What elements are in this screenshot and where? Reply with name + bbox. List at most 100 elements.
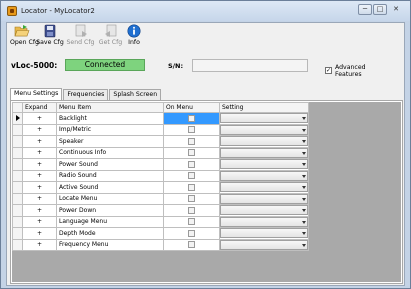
row-selector[interactable] <box>12 169 23 182</box>
expand-button[interactable]: + <box>22 181 57 194</box>
row-selector[interactable] <box>12 227 23 240</box>
advanced-features-label[interactable]: Advanced Features <box>335 64 366 78</box>
setting-dropdown[interactable] <box>220 216 308 227</box>
setting-dropdown[interactable] <box>220 193 308 204</box>
title-bar[interactable]: Locator - MyLocator2 ─ □ ✕ <box>1 1 410 21</box>
row-selector[interactable] <box>12 112 23 125</box>
table-row[interactable]: + Power Down <box>12 204 309 217</box>
table-row[interactable]: + Locate Menu <box>12 192 309 205</box>
setting-cell <box>219 204 309 217</box>
table-row[interactable]: + Language Menu <box>12 215 309 228</box>
on-menu-checkbox[interactable] <box>188 126 195 134</box>
table-row[interactable]: + Power Sound <box>12 158 309 171</box>
info-button[interactable]: Info <box>125 24 143 55</box>
setting-dropdown[interactable] <box>220 124 308 135</box>
row-selector[interactable] <box>12 215 23 228</box>
dropdown-arrow-icon <box>302 197 306 201</box>
expand-button[interactable]: + <box>22 227 57 240</box>
setting-cell <box>219 227 309 240</box>
menu-item-name: Continuous Info <box>56 146 164 159</box>
on-menu-checkbox[interactable] <box>188 218 195 226</box>
window-title: Locator - MyLocator2 <box>21 7 95 15</box>
on-menu-cell <box>163 123 220 136</box>
table-row[interactable]: + Frequency Menu <box>12 238 309 251</box>
on-menu-checkbox[interactable] <box>188 241 195 249</box>
close-button[interactable]: ✕ <box>388 4 404 15</box>
expand-button[interactable]: + <box>22 123 57 136</box>
expand-button[interactable]: + <box>22 192 57 205</box>
get-cfg-button[interactable]: Get Cfg <box>97 24 124 55</box>
menu-settings-panel: Expand Menu Item On Menu Setting + Backli… <box>10 100 403 284</box>
table-row[interactable]: + Depth Mode <box>12 227 309 240</box>
row-selector[interactable] <box>12 123 23 136</box>
on-menu-checkbox[interactable] <box>188 114 195 122</box>
dropdown-arrow-icon <box>302 128 306 132</box>
open-cfg-button[interactable]: Open Cfg <box>10 24 39 55</box>
dropdown-arrow-icon <box>302 232 306 236</box>
column-header-setting[interactable]: Setting <box>219 102 309 113</box>
on-menu-checkbox[interactable] <box>188 137 195 145</box>
on-menu-checkbox[interactable] <box>188 229 195 237</box>
setting-dropdown[interactable] <box>220 170 308 181</box>
expand-button[interactable]: + <box>22 215 57 228</box>
setting-dropdown[interactable] <box>220 136 308 147</box>
menu-item-name: Active Sound <box>56 181 164 194</box>
get-cfg-label: Get Cfg <box>98 39 123 46</box>
table-row[interactable]: + Backlight <box>12 112 309 125</box>
table-row[interactable]: + Imp/Metric <box>12 123 309 136</box>
tab-frequencies[interactable]: Frequencies <box>63 89 109 100</box>
minimize-button[interactable]: ─ <box>358 4 372 15</box>
setting-dropdown[interactable] <box>220 228 308 239</box>
expand-button[interactable]: + <box>22 146 57 159</box>
expand-button[interactable]: + <box>22 238 57 251</box>
row-selector[interactable] <box>12 181 23 194</box>
tab-splash-screen[interactable]: Splash Screen <box>109 89 162 100</box>
column-header-expand[interactable]: Expand <box>22 102 57 113</box>
model-label: vLoc-5000: <box>11 61 58 70</box>
save-cfg-button[interactable]: Save Cfg <box>36 24 64 55</box>
setting-dropdown[interactable] <box>220 239 308 250</box>
row-selector[interactable] <box>12 204 23 217</box>
on-menu-checkbox[interactable] <box>188 195 195 203</box>
on-menu-checkbox[interactable] <box>188 160 195 168</box>
on-menu-checkbox[interactable] <box>188 149 195 157</box>
on-menu-checkbox[interactable] <box>188 206 195 214</box>
send-cfg-button[interactable]: Send Cfg <box>66 24 95 55</box>
table-row[interactable]: + Speaker <box>12 135 309 148</box>
save-cfg-label: Save Cfg <box>36 39 64 46</box>
menu-item-name: Power Sound <box>56 158 164 171</box>
menu-item-name: Radio Sound <box>56 169 164 182</box>
row-selector[interactable] <box>12 238 23 251</box>
row-selector[interactable] <box>12 192 23 205</box>
setting-dropdown[interactable] <box>220 159 308 170</box>
expand-button[interactable]: + <box>22 112 57 125</box>
setting-cell <box>219 169 309 182</box>
connection-status: Connected <box>65 59 145 71</box>
expand-button[interactable]: + <box>22 158 57 171</box>
tab-menu-settings[interactable]: Menu Settings <box>10 88 63 100</box>
expand-button[interactable]: + <box>22 135 57 148</box>
on-menu-cell <box>163 112 220 125</box>
column-header-menu-item[interactable]: Menu Item <box>56 102 164 113</box>
app-icon <box>7 6 17 16</box>
row-selector[interactable] <box>12 146 23 159</box>
setting-dropdown[interactable] <box>220 113 308 124</box>
on-menu-cell <box>163 135 220 148</box>
row-selector[interactable] <box>12 135 23 148</box>
on-menu-checkbox[interactable] <box>188 183 195 191</box>
get-document-icon <box>104 24 116 37</box>
setting-dropdown[interactable] <box>220 182 308 193</box>
row-selector[interactable] <box>12 158 23 171</box>
table-row[interactable]: + Radio Sound <box>12 169 309 182</box>
setting-dropdown[interactable] <box>220 147 308 158</box>
maximize-button[interactable]: □ <box>373 4 387 15</box>
advanced-features-label-line2: Features <box>335 71 362 78</box>
column-header-on-menu[interactable]: On Menu <box>163 102 220 113</box>
table-row[interactable]: + Continuous Info <box>12 146 309 159</box>
setting-dropdown[interactable] <box>220 205 308 216</box>
expand-button[interactable]: + <box>22 169 57 182</box>
advanced-features-checkbox[interactable]: ✓ <box>325 67 332 74</box>
on-menu-checkbox[interactable] <box>188 172 195 180</box>
expand-button[interactable]: + <box>22 204 57 217</box>
table-row[interactable]: + Active Sound <box>12 181 309 194</box>
